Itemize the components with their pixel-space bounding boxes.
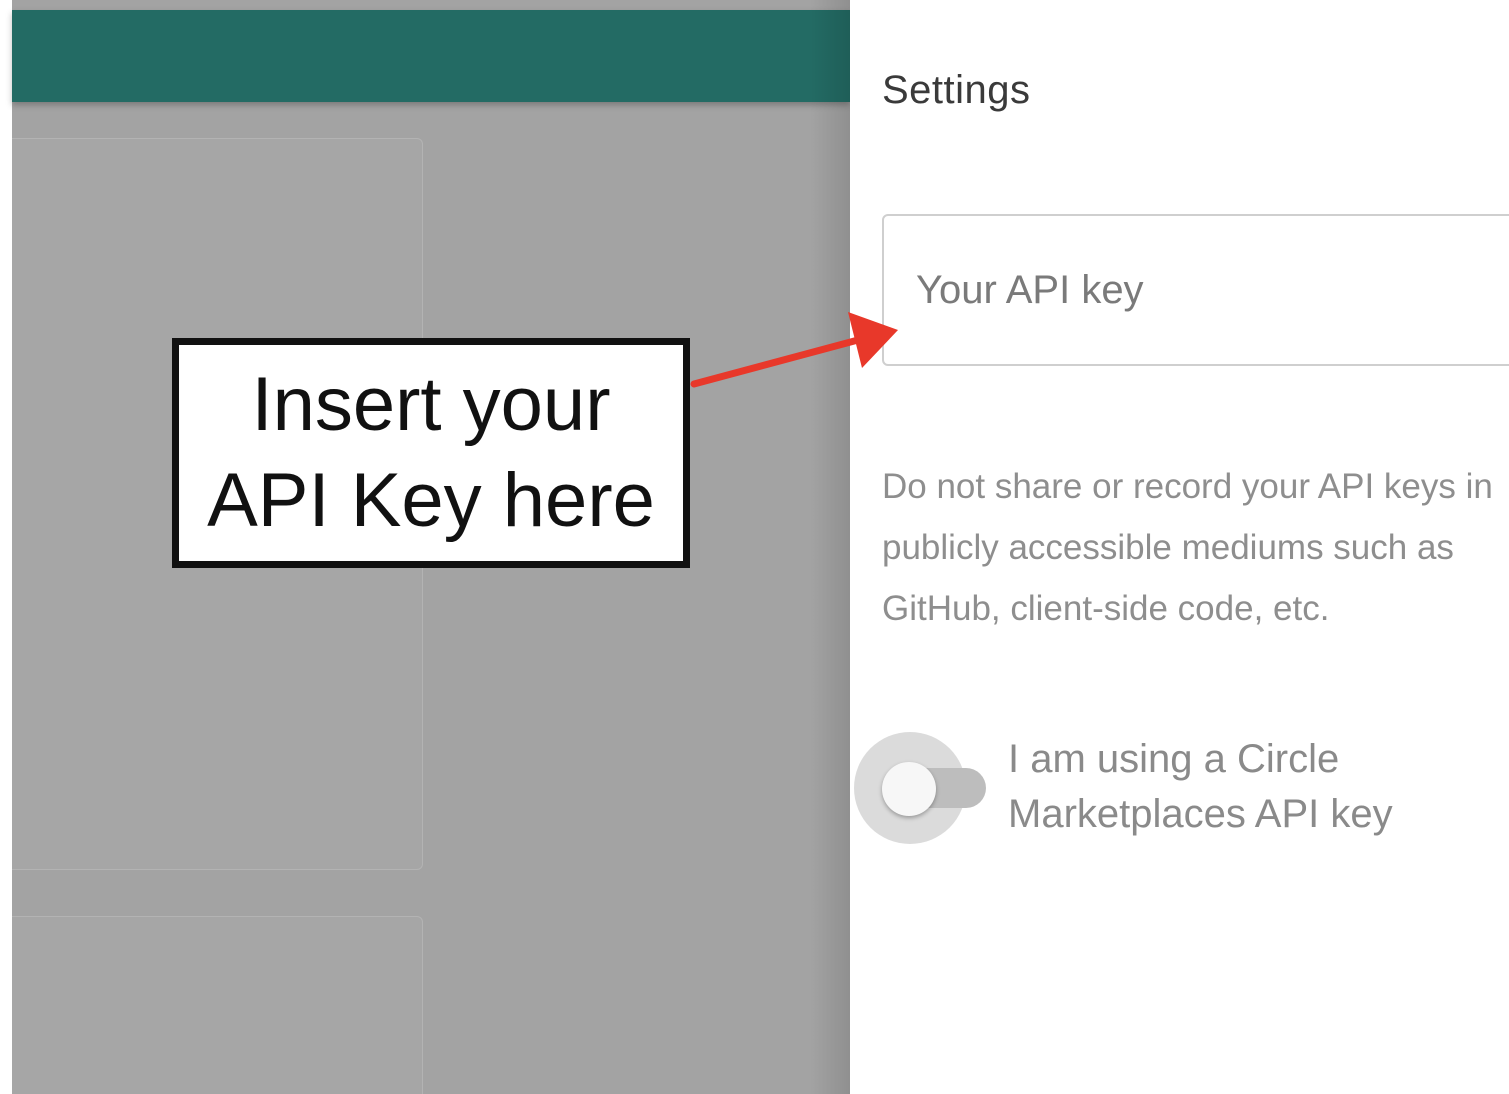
annotation-line-2: API Key here bbox=[207, 458, 655, 543]
annotation-text: Insert your API Key here bbox=[207, 357, 655, 549]
left-margin bbox=[0, 0, 12, 1094]
toggle-thumb[interactable] bbox=[882, 762, 936, 816]
app-header-bar bbox=[12, 10, 850, 102]
background-card bbox=[12, 916, 423, 1094]
annotation-callout-box: Insert your API Key here bbox=[172, 338, 690, 568]
settings-drawer: Settings Do not share or record your API… bbox=[850, 0, 1509, 1094]
page: Settings Do not share or record your API… bbox=[0, 0, 1509, 1094]
marketplaces-api-key-toggle[interactable] bbox=[854, 732, 994, 844]
api-key-input[interactable] bbox=[882, 214, 1509, 366]
marketplaces-toggle-label[interactable]: I am using a Circle Marketplaces API key bbox=[1008, 732, 1488, 842]
settings-title: Settings bbox=[882, 68, 1031, 112]
drawer-shadow bbox=[810, 0, 850, 1094]
annotation-line-1: Insert your bbox=[251, 362, 611, 447]
api-key-warning: Do not share or record your API keys in … bbox=[882, 467, 1493, 628]
